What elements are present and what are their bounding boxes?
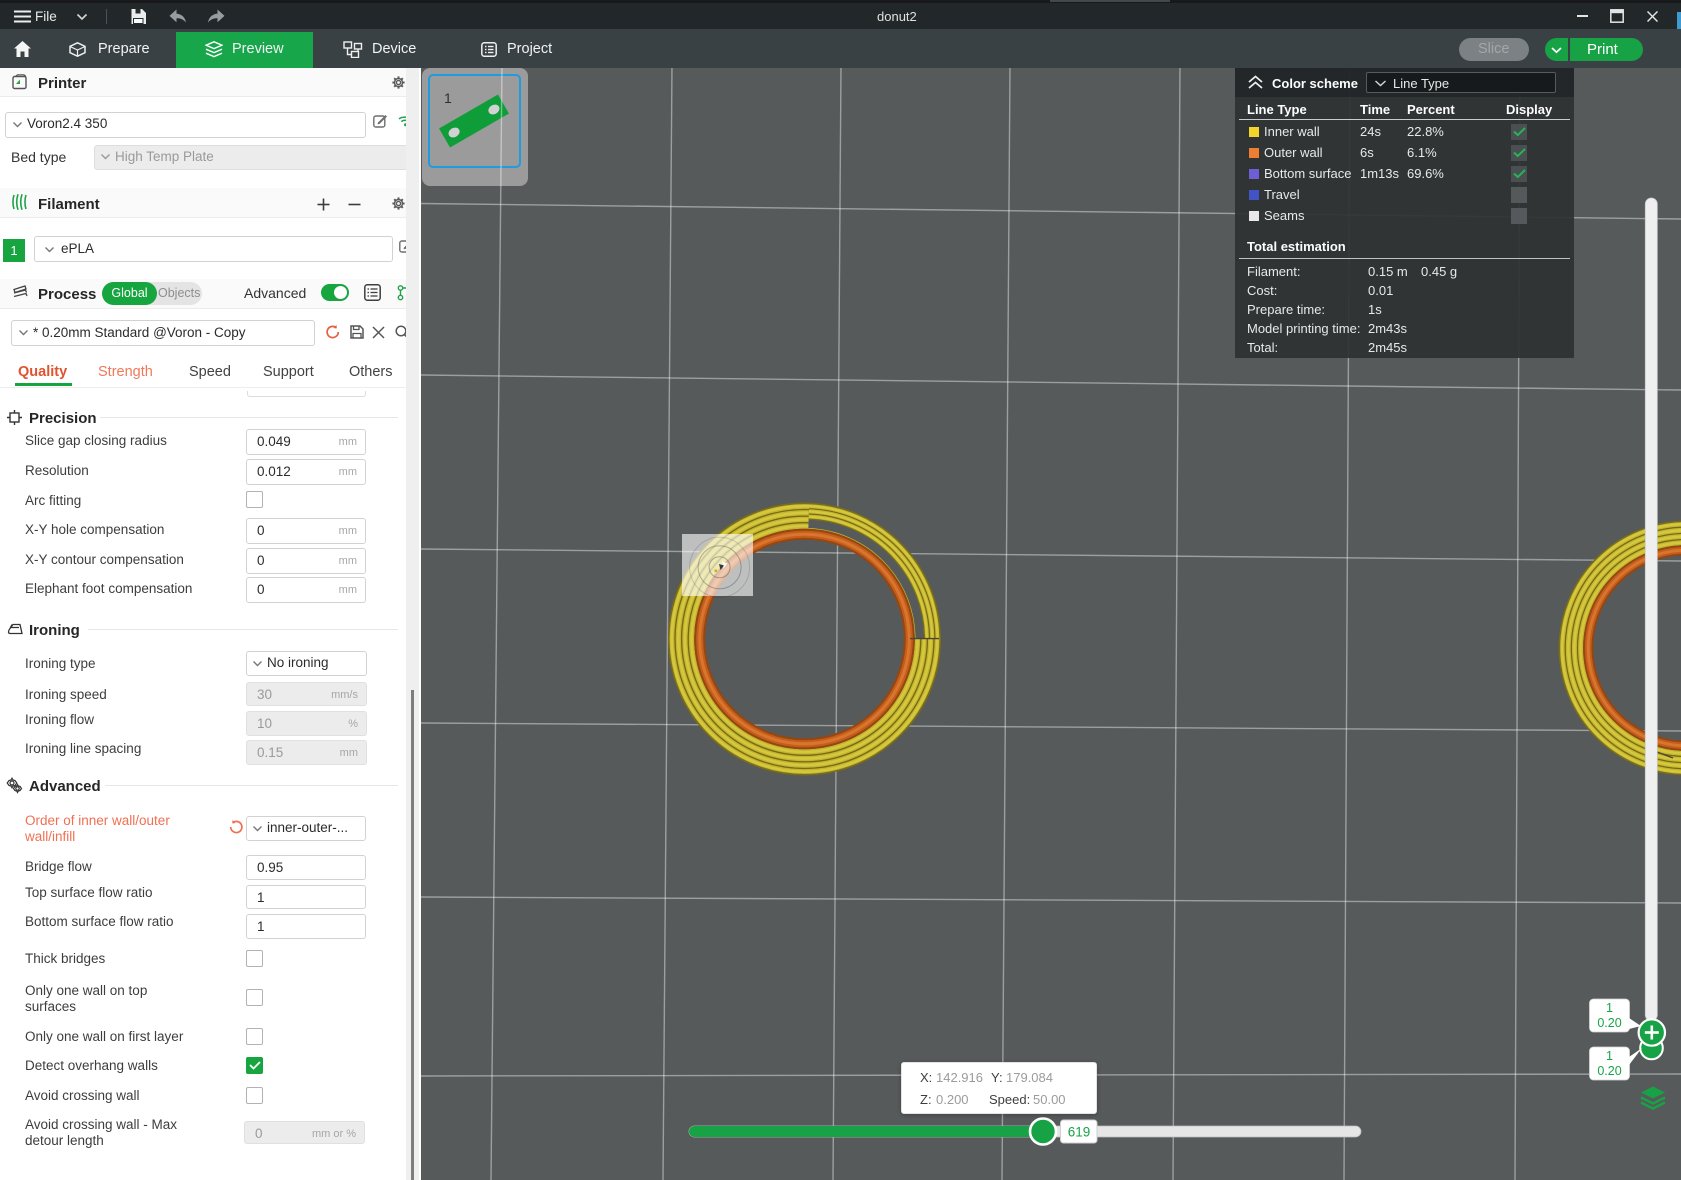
svg-text:1: 1 — [1606, 1001, 1613, 1015]
svg-text:0.20: 0.20 — [1597, 1016, 1621, 1030]
svg-text:1: 1 — [444, 90, 452, 106]
svg-text:0.20: 0.20 — [1597, 1064, 1621, 1078]
svg-text:619: 619 — [1068, 1125, 1091, 1140]
svg-text:1: 1 — [1606, 1049, 1613, 1063]
